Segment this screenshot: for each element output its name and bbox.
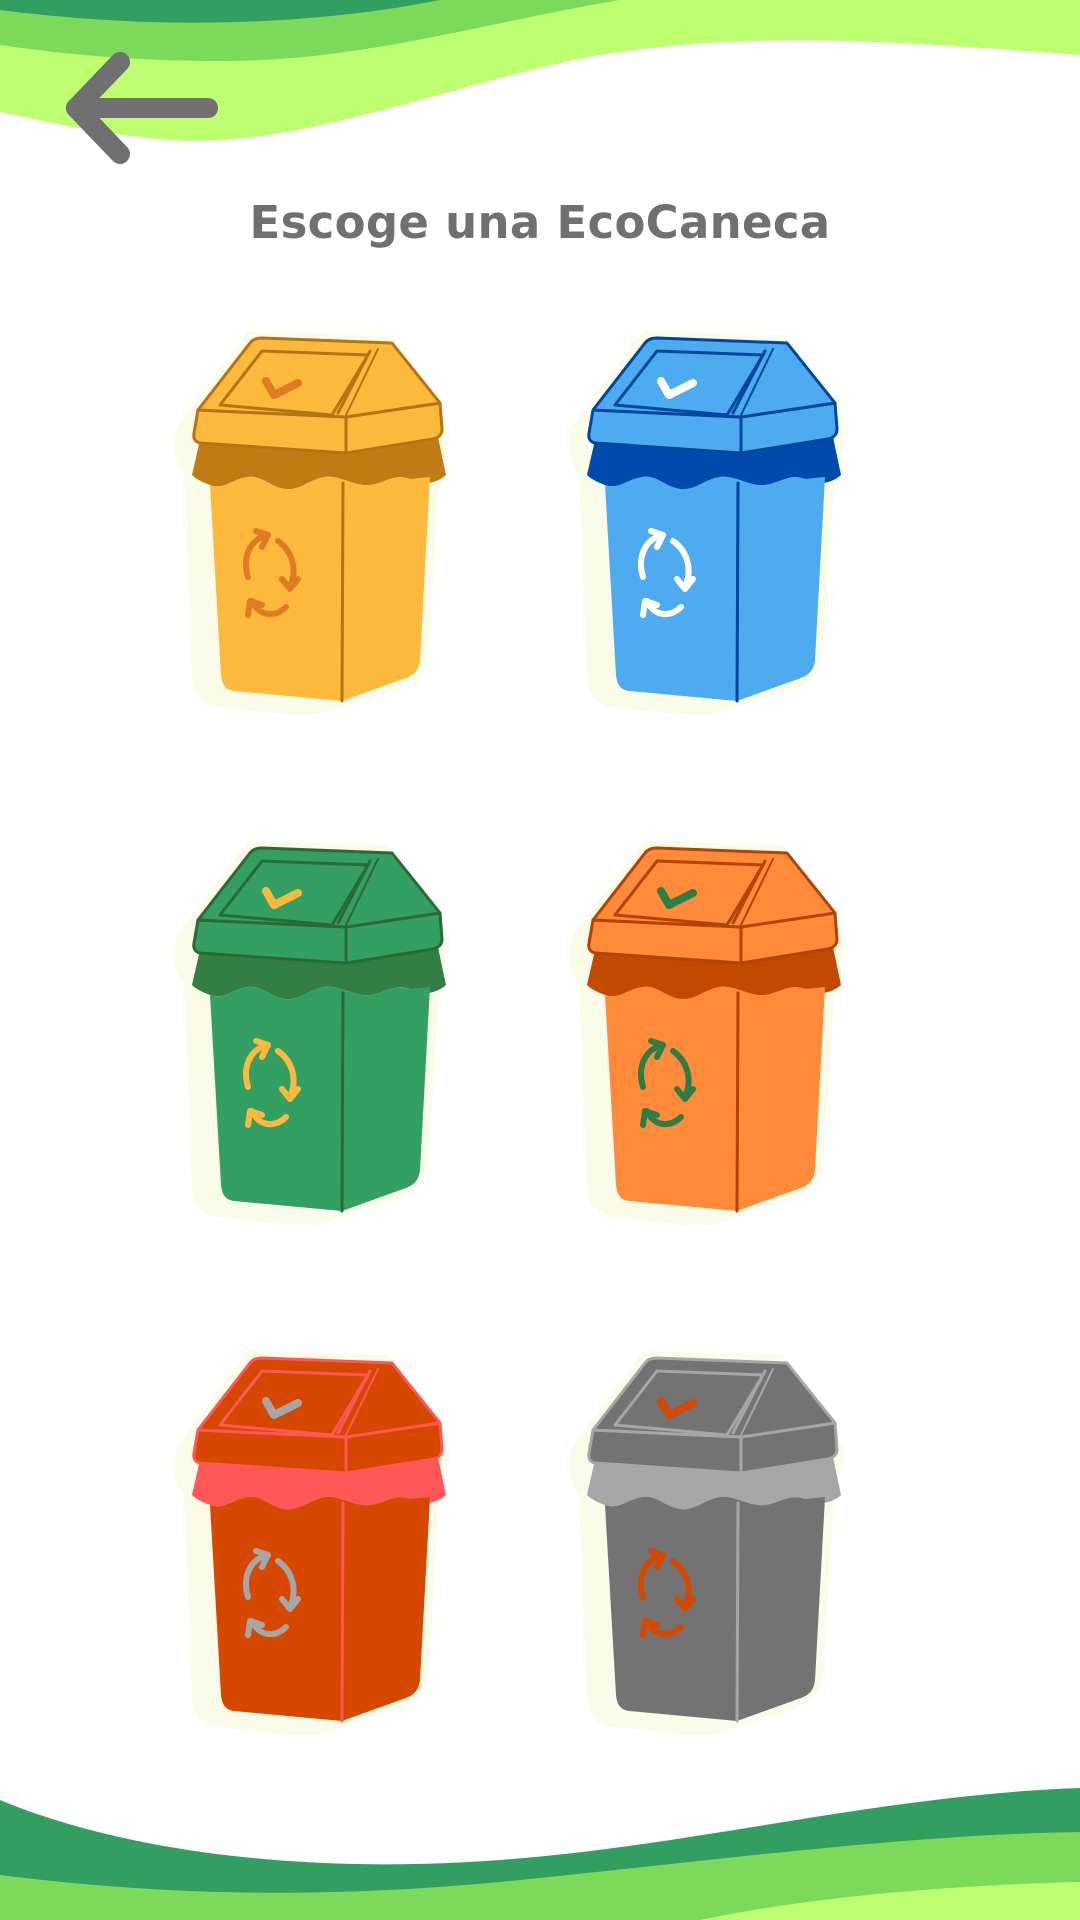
bin-option-yellow[interactable] [170,325,470,715]
bin-option-green[interactable] [170,835,470,1225]
bin-body [605,476,825,701]
bin-body [210,986,430,1211]
bin-body [605,1496,825,1721]
bin-body [605,986,825,1211]
bin-grid [0,0,1080,1920]
bin-option-red[interactable] [170,1345,470,1735]
bin-body [210,1496,430,1721]
bin-option-gray[interactable] [565,1345,865,1735]
bin-selection-screen: Escoge una EcoCaneca [0,0,1080,1920]
bin-option-blue[interactable] [565,325,865,715]
bin-body [210,476,430,701]
bin-option-orange[interactable] [565,835,865,1225]
